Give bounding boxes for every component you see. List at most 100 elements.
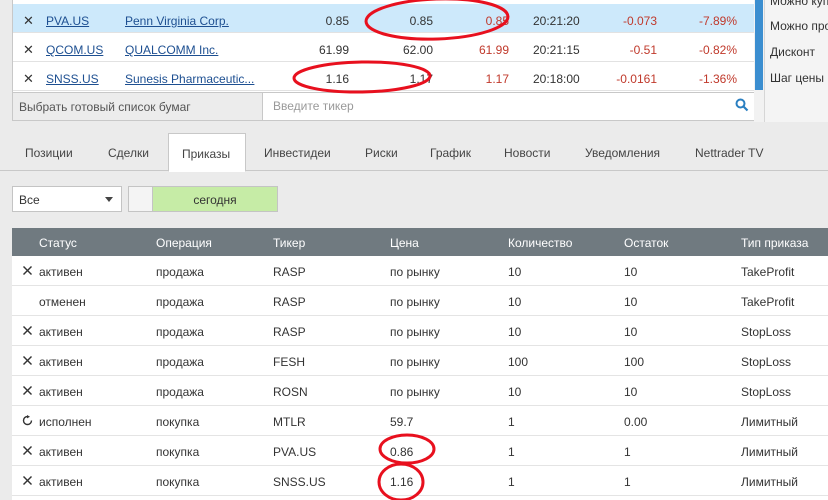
quotes-scrollbar[interactable]	[754, 0, 764, 122]
tab-orders[interactable]: Приказы	[168, 133, 246, 172]
table-row[interactable]: активен продажа ROSN по рынку 10 10 StopLoss	[12, 376, 828, 406]
order-type: Лимитный	[741, 475, 798, 489]
order-quantity: 10	[508, 325, 522, 339]
quote-change: -0.0161	[616, 72, 657, 86]
quote-ask: 0.85	[409, 14, 433, 28]
order-price: по рынку	[390, 295, 440, 309]
order-ticker: RASP	[273, 265, 306, 279]
cancel-order-icon[interactable]	[22, 475, 33, 486]
order-price: 59.7	[390, 415, 414, 429]
side-label: Дисконт	[770, 45, 816, 59]
period-toggle[interactable]: сегодня	[128, 186, 278, 212]
status-filter-select[interactable]: Все	[12, 186, 122, 212]
order-ticker: FESH	[273, 355, 306, 369]
order-status: отменен	[39, 295, 86, 309]
tab-investideas[interactable]: Инвестидеи	[264, 133, 331, 171]
tab-trades[interactable]: Сделки	[108, 133, 149, 171]
table-row[interactable]: исполнен покупка MTLR 59.7 1 0.00 Лимитный	[12, 406, 828, 436]
quote-ticker[interactable]: PVA.US	[46, 14, 89, 28]
table-header: Статус Операция Тикер Цена Количество Ос…	[12, 228, 828, 256]
close-icon[interactable]: ✕	[23, 42, 34, 58]
cancel-order-icon[interactable]	[22, 445, 33, 456]
quote-row[interactable]: ✕ PVA.US Penn Virginia Corp. 0.85 0.85 0…	[13, 4, 755, 33]
search-icon[interactable]	[735, 98, 749, 112]
column-header[interactable]: Цена	[390, 236, 419, 250]
quote-bid: 0.85	[325, 14, 349, 28]
quote-name[interactable]: Sunesis Pharmaceutic...	[125, 72, 261, 86]
close-icon[interactable]: ✕	[23, 13, 34, 29]
side-label: Шаг цены	[770, 71, 825, 85]
order-ticker: PVA.US	[273, 445, 317, 459]
quote-time: 20:21:20	[533, 14, 580, 28]
side-label: Можно куп	[770, 0, 828, 8]
order-type: StopLoss	[741, 385, 792, 399]
quote-ticker[interactable]: QCOM.US	[46, 43, 103, 57]
quote-bid: 1.16	[325, 72, 349, 86]
table-row[interactable]: активен продажа RASP по рынку 10 10 TakeProfit	[12, 256, 828, 286]
order-quantity: 100	[508, 355, 529, 369]
quote-ticker[interactable]: SNSS.US	[46, 72, 99, 86]
column-header[interactable]: Остаток	[624, 236, 668, 250]
order-price: по рынку	[390, 355, 440, 369]
cancel-order-icon[interactable]	[22, 385, 33, 396]
order-price: 1.16	[390, 475, 414, 489]
order-operation: покупка	[156, 415, 200, 429]
order-status: активен	[39, 385, 83, 399]
column-header[interactable]: Тикер	[273, 236, 305, 250]
cancel-order-icon[interactable]	[22, 355, 33, 366]
tab-nettrader-tv[interactable]: Nettrader TV	[695, 133, 763, 171]
quote-row[interactable]: ✕ QCOM.US QUALCOMM Inc. 61.99 62.00 61.9…	[13, 33, 755, 62]
quote-last: 61.99	[478, 43, 509, 57]
scrollbar-thumb[interactable]	[755, 0, 763, 90]
order-ticker: SNSS.US	[273, 475, 326, 489]
order-remaining: 10	[624, 325, 638, 339]
order-operation: покупка	[156, 475, 200, 489]
tab-positions[interactable]: Позиции	[25, 133, 73, 171]
quote-bid: 61.99	[318, 43, 349, 57]
tab-bar: Позиции Сделки Приказы Инвестидеи Риски …	[0, 133, 828, 172]
order-remaining: 1	[624, 445, 631, 459]
order-remaining: 10	[624, 385, 638, 399]
order-ticker: ROSN	[273, 385, 308, 399]
quote-change-pct: -7.89%	[698, 14, 737, 28]
quote-ask: 62.00	[402, 43, 433, 57]
order-operation: продажа	[156, 355, 204, 369]
chevron-down-icon	[105, 197, 113, 202]
order-price: по рынку	[390, 325, 440, 339]
cancel-order-icon[interactable]	[22, 265, 33, 276]
order-ticker: MTLR	[273, 415, 306, 429]
tab-risks[interactable]: Риски	[365, 133, 398, 171]
close-icon[interactable]: ✕	[23, 71, 34, 87]
tab-notifications[interactable]: Уведомления	[585, 133, 660, 171]
period-toggle-label: сегодня	[153, 187, 277, 211]
cancel-order-icon[interactable]	[22, 325, 33, 336]
toggle-knob[interactable]	[129, 187, 153, 211]
order-operation: продажа	[156, 385, 204, 399]
table-row[interactable]: отменен продажа RASP по рынку 10 10 TakeProfit	[12, 286, 828, 316]
order-operation: покупка	[156, 445, 200, 459]
order-type: Лимитный	[741, 415, 798, 429]
order-quantity: 1	[508, 415, 515, 429]
tab-chart[interactable]: График	[430, 133, 471, 171]
table-row[interactable]: активен продажа RASP по рынку 10 10 StopLoss	[12, 316, 828, 346]
table-row[interactable]: активен покупка SNSS.US 1.16 1 1 Лимитный	[12, 466, 828, 496]
order-quantity: 10	[508, 385, 522, 399]
refresh-icon[interactable]	[22, 415, 33, 426]
table-row[interactable]: активен продажа FESH по рынку 100 100 StopLoss	[12, 346, 828, 376]
tab-news[interactable]: Новости	[504, 133, 550, 171]
column-header[interactable]: Количество	[508, 236, 572, 250]
watchlist-select[interactable]: Выбрать готовый список бумаг	[13, 93, 263, 120]
ticker-search-input[interactable]	[265, 95, 730, 117]
quotes-toolbar: Выбрать готовый список бумаг	[12, 92, 754, 121]
instrument-info-panel: Можно куп Можно про Дисконт Шаг цены	[764, 0, 828, 122]
column-header[interactable]: Тип приказа	[741, 236, 808, 250]
table-row[interactable]: активен покупка PVA.US 0.86 1 1 Лимитный	[12, 436, 828, 466]
order-status: активен	[39, 475, 83, 489]
quote-name[interactable]: Penn Virginia Corp.	[125, 14, 261, 28]
column-header[interactable]: Операция	[156, 236, 212, 250]
quote-row[interactable]: ✕ SNSS.US Sunesis Pharmaceutic... 1.16 1…	[13, 62, 755, 91]
quotes-table: ✕ PVA.US Penn Virginia Corp. 0.85 0.85 0…	[12, 0, 755, 92]
column-header[interactable]: Статус	[39, 236, 77, 250]
quote-name[interactable]: QUALCOMM Inc.	[125, 43, 261, 57]
order-type: StopLoss	[741, 325, 792, 339]
